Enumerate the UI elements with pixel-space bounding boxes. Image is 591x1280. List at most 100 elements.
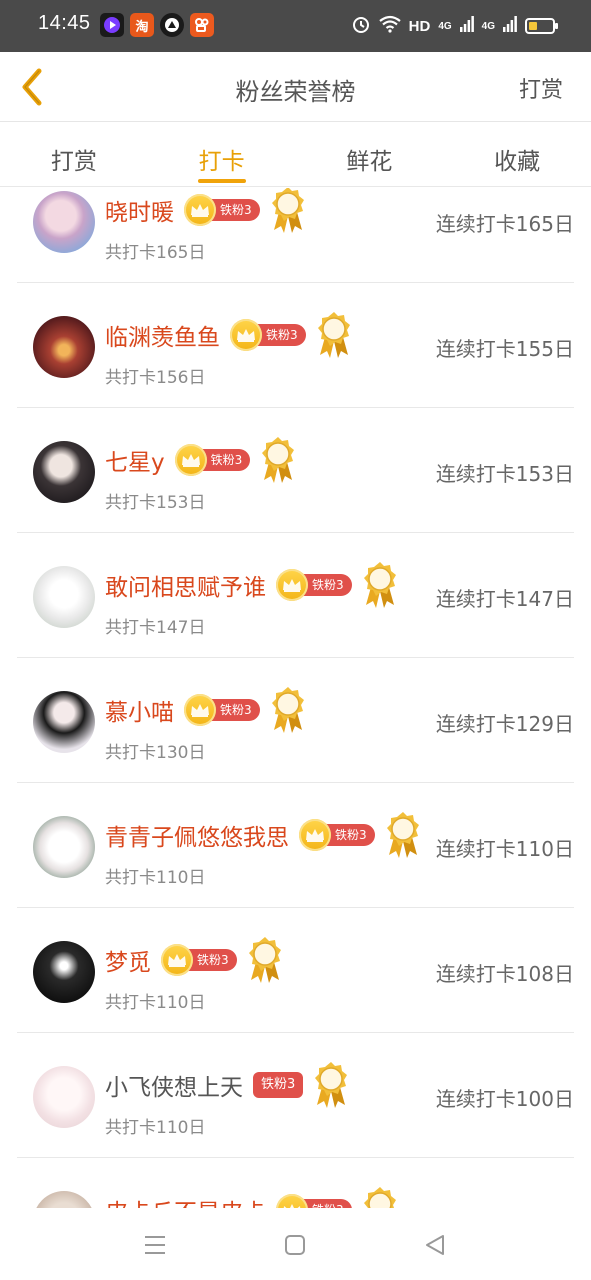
avatar[interactable] [33,816,95,878]
avatar[interactable] [33,941,95,1003]
signal-bars-icon [459,16,474,36]
crown-icon [184,694,216,726]
ranking-row[interactable]: 临渊羡鱼鱼 铁粉3 共打卡156日 连续打卡155日 [17,283,574,408]
ranking-row[interactable]: 梦觅 铁粉3 共打卡110日 连续打卡108日 [17,908,574,1033]
page-title: 粉丝荣誉榜 [235,78,356,106]
level-medal-icon [260,436,296,488]
total-checkin-days: 共打卡153日 [105,493,206,513]
total-checkin-days: 共打卡156日 [105,368,206,388]
wifi-icon [378,15,401,37]
consecutive-checkin-days: 连续打卡100日 [435,1087,574,1111]
avatar[interactable] [33,316,95,378]
tab-reward[interactable]: 打赏 [0,123,148,186]
kuaishou-icon [190,13,214,37]
level-medal-icon [316,311,352,363]
checkin-ranking-list[interactable]: 晓时暖 铁粉3 共打卡165日 连续打卡165日 临渊羡鱼鱼 铁粉3 共打卡156日 连续打卡… [0,188,591,1208]
user-name-line: 梦觅 铁粉3 [105,937,283,983]
crown-icon [299,819,331,851]
avatar[interactable] [33,1191,95,1208]
user-name-line: 敢问相思赋予谁 铁粉3 [105,562,398,608]
total-checkin-days: 共打卡110日 [105,868,206,888]
system-nav-bar [0,1208,591,1280]
user-name[interactable]: 七星y [105,443,165,477]
total-checkin-days: 共打卡147日 [105,618,206,638]
user-name-line: 慕小喵 铁粉3 [105,687,306,733]
user-name-line: 临渊羡鱼鱼 铁粉3 [105,312,352,358]
consecutive-checkin-days: 连续打卡155日 [435,337,574,361]
video-app-icon [100,13,124,37]
level-medal-icon [313,1061,349,1113]
total-checkin-days: 共打卡165日 [105,243,206,263]
ranking-row[interactable]: 慕小喵 铁粉3 共打卡130日 连续打卡129日 [17,658,574,783]
battery-level [529,22,537,30]
battery-icon [525,18,558,34]
ranking-row[interactable]: 皮卡丘不是皮卡铁粉3 [17,1158,574,1208]
menu-icon [145,1236,165,1254]
crown-icon [230,319,262,351]
home-square-icon [285,1235,305,1255]
user-name[interactable]: 晓时暖 [105,193,174,227]
consecutive-checkin-days: 连续打卡108日 [435,962,574,986]
consecutive-checkin-days: 连续打卡110日 [435,837,574,861]
status-indicators: HD 4G 4G [351,13,558,39]
user-name[interactable]: 青青子佩悠悠我思 [105,818,289,852]
tab-favorites[interactable]: 收藏 [443,123,591,186]
crown-icon [174,444,207,476]
user-name[interactable]: 慕小喵 [105,693,174,727]
avatar[interactable] [33,441,95,503]
taobao-icon: 淘 [130,13,154,37]
total-checkin-days: 共打卡130日 [105,743,206,763]
level-medal-icon [385,811,421,863]
user-name[interactable]: 皮卡丘不是皮卡 [105,1193,266,1208]
consecutive-checkin-days: 连续打卡165日 [435,212,574,236]
avatar[interactable] [33,191,95,253]
fan-level-badge: 铁粉3 [184,194,260,226]
home-nav-button[interactable] [280,1230,310,1260]
user-name-line: 晓时暖 铁粉3 [105,188,306,233]
status-time: 14:45 [38,12,91,34]
fan-level-badge: 铁粉3 [299,819,375,851]
reward-button[interactable]: 打赏 [519,72,563,104]
total-checkin-days: 共打卡110日 [105,993,206,1013]
user-name-line: 七星y 铁粉3 [105,437,296,483]
fan-level-badge: 铁粉3 [161,944,237,976]
ranking-row[interactable]: 敢问相思赋予谁 铁粉3 共打卡147日 连续打卡147日 [17,533,574,658]
user-name-line: 青青子佩悠悠我思 铁粉3 [105,812,421,858]
alarm-icon [351,14,371,38]
user-name[interactable]: 小飞侠想上天 [105,1068,243,1102]
crown-icon [184,194,216,226]
ranking-row[interactable]: 小飞侠想上天 铁粉3 共打卡110日 连续打卡100日 [17,1033,574,1158]
fan-level-badge: 铁粉3 [230,319,306,351]
ranking-row[interactable]: 青青子佩悠悠我思 铁粉3 共打卡110日 连续打卡110日 [17,783,574,908]
crown-icon [161,944,193,976]
browser-app-icon [160,13,184,37]
crown-icon [276,1194,308,1208]
menu-nav-button[interactable] [140,1230,170,1260]
status-bar: 14:45 淘 HD 4G 4G [0,0,591,52]
consecutive-checkin-days: 连续打卡147日 [435,587,574,611]
tab-checkin[interactable]: 打卡 [148,123,296,186]
ranking-row[interactable]: 七星y 铁粉3 共打卡153日 连续打卡153日 [17,408,574,533]
user-name[interactable]: 临渊羡鱼鱼 [105,318,220,352]
avatar[interactable] [33,1066,95,1128]
avatar[interactable] [33,691,95,753]
level-medal-icon [362,561,398,613]
level-medal-icon [270,686,306,738]
signal-4g-label-1: 4G [438,20,452,32]
tab-bar: 打赏 打卡 鲜花 收藏 [0,123,591,187]
tab-flowers[interactable]: 鲜花 [296,123,444,186]
crown-icon [276,569,308,601]
fan-level-label: 铁粉3 [253,1072,304,1098]
network-hd-label: HD [408,17,431,35]
fan-level-badge: 铁粉3 [276,1194,352,1208]
user-name-line: 皮卡丘不是皮卡铁粉3 [105,1187,398,1208]
total-checkin-days: 共打卡110日 [105,1118,206,1138]
user-name[interactable]: 梦觅 [105,943,151,977]
level-medal-icon [362,1186,398,1208]
consecutive-checkin-days: 连续打卡153日 [435,462,574,486]
avatar[interactable] [33,566,95,628]
back-nav-button[interactable] [420,1230,450,1260]
ranking-row[interactable]: 晓时暖 铁粉3 共打卡165日 连续打卡165日 [17,188,574,283]
user-name[interactable]: 敢问相思赋予谁 [105,568,266,602]
fan-level-badge: 铁粉3 [184,694,260,726]
